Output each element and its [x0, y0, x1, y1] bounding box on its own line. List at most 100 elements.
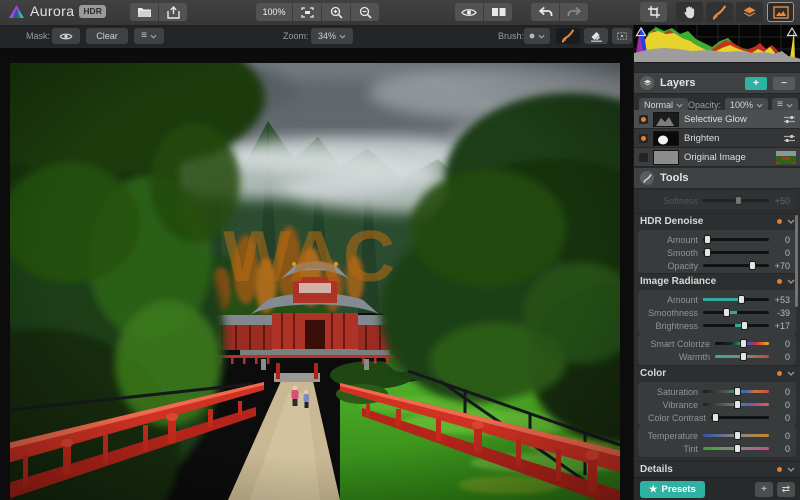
mask-clear-button[interactable]: Clear [86, 28, 128, 44]
zoom-out-button[interactable] [351, 3, 379, 21]
remove-layer-button[interactable]: − [773, 77, 795, 90]
eraser-mode-button[interactable] [584, 28, 608, 44]
highlight-clipping-warning-icon[interactable] [788, 28, 797, 36]
histogram[interactable] [634, 25, 800, 63]
saturation-slider[interactable] [703, 386, 769, 397]
eye-icon [461, 7, 477, 18]
fit-screen-button[interactable] [293, 3, 321, 21]
zoom-label: Zoom: [283, 31, 309, 41]
layer-row-selective-glow[interactable]: Selective Glow [634, 110, 800, 129]
amount-slider[interactable] [703, 234, 769, 245]
layer-row-original-image[interactable]: Original Image [634, 148, 800, 167]
paint-brush-mode-button[interactable] [556, 28, 580, 44]
mask-menu-button[interactable]: ≡ [134, 28, 164, 44]
history-button-group [531, 3, 588, 21]
section-enabled-dot[interactable] [777, 371, 782, 376]
brightness-slider[interactable] [703, 320, 769, 331]
slider-row-smooth: Smooth 0 [638, 246, 796, 259]
preview-button-group [455, 3, 512, 21]
slider-label: Brightness [638, 321, 701, 331]
temperature-slider[interactable] [703, 430, 769, 441]
mask-visibility-button[interactable] [52, 28, 80, 44]
smooth-slider[interactable] [703, 247, 769, 258]
redo-button[interactable] [560, 3, 588, 21]
color-extra-group: Temperature 0 Tint 0 [638, 426, 796, 457]
brush-tool-button[interactable] [706, 2, 733, 22]
image-panel-icon [773, 6, 789, 19]
chevron-down-icon [676, 103, 683, 108]
section-details[interactable]: Details [634, 461, 800, 477]
layer-visibility-toggle[interactable] [639, 153, 648, 162]
zoom-level-select[interactable]: 34% [311, 28, 353, 44]
section-hdr-denoise[interactable]: HDR Denoise [634, 213, 800, 229]
eye-icon [59, 32, 73, 41]
layer-mask-thumbnail[interactable] [653, 131, 679, 146]
slider-value: +17 [771, 321, 796, 331]
color-contrast-slider[interactable] [711, 412, 769, 423]
layer-mask-thumbnail[interactable] [653, 112, 679, 127]
layers-title: Layers [660, 77, 739, 89]
hand-tool-button[interactable] [676, 2, 703, 22]
right-panel: Layers + − Normal Opacity: 100% ≡ [633, 25, 800, 500]
layer-row-brighten[interactable]: Brighten [634, 129, 800, 148]
section-enabled-dot[interactable] [777, 467, 782, 472]
section-enabled-dot[interactable] [777, 219, 782, 224]
brush-size-select[interactable] [524, 28, 550, 44]
slider-row-amount: Amount 0 [638, 233, 796, 246]
tools-section-icon [640, 171, 654, 185]
panel-scrollbar[interactable] [795, 215, 798, 307]
layers-panel-toggle-button[interactable] [736, 2, 763, 22]
brush-tip-dot-icon [529, 33, 535, 39]
smoothness-slider[interactable] [703, 307, 769, 318]
slider-row-smoothness: Smoothness -39 [638, 306, 796, 319]
sync-presets-button[interactable]: ⇄ [777, 482, 795, 497]
slider-row-warmth: Warmth 0 [638, 350, 796, 363]
original-image-preview-thumbnail[interactable] [776, 151, 796, 164]
photo-canvas[interactable]: WAC [10, 63, 620, 500]
section-color[interactable]: Color [634, 365, 800, 381]
tint-slider[interactable] [703, 443, 769, 454]
section-image-radiance[interactable]: Image Radiance [634, 273, 800, 289]
warmth-slider[interactable] [715, 351, 769, 362]
add-layer-button[interactable]: + [745, 77, 767, 90]
slider-value: -39 [771, 308, 796, 318]
slider-label: Smoothness [638, 308, 701, 318]
vibrance-slider[interactable] [703, 399, 769, 410]
amount-slider[interactable] [703, 294, 769, 305]
slider-label: Amount [638, 235, 701, 245]
opacity-label: Opacity: [688, 100, 721, 110]
gradient-mask-mode-button[interactable] [612, 28, 632, 44]
slider-value: 0 [771, 413, 796, 423]
tools-title: Tools [660, 172, 795, 184]
softness-slider[interactable] [703, 195, 769, 206]
brush-icon [712, 5, 727, 20]
opacity-slider[interactable] [703, 260, 769, 271]
zoom-in-button[interactable] [322, 3, 350, 21]
layer-visibility-toggle[interactable] [639, 115, 648, 124]
fit-screen-icon [301, 7, 314, 18]
presets-button[interactable]: ★ Presets [640, 481, 705, 498]
open-file-button[interactable] [130, 3, 158, 21]
preview-original-button[interactable] [455, 3, 483, 21]
chevron-down-icon [786, 103, 793, 108]
layer-visibility-toggle[interactable] [639, 134, 648, 143]
add-preset-button[interactable]: + [755, 482, 773, 497]
layer-settings-icon[interactable] [783, 115, 796, 124]
smart-colorize-slider[interactable] [715, 338, 769, 349]
undo-button[interactable] [531, 3, 559, 21]
compare-split-button[interactable] [484, 3, 512, 21]
zoom-in-icon [330, 6, 343, 19]
layer-settings-icon[interactable] [783, 134, 796, 143]
layers-header: Layers + − [634, 72, 800, 94]
aurora-hdr-window: Aurora HDR 100% [0, 0, 800, 500]
crop-tool-button[interactable] [640, 2, 667, 22]
zoom-100-button[interactable]: 100% [256, 3, 292, 21]
editing-canvas[interactable]: WAC [0, 48, 633, 500]
opacity-value: 100% [730, 100, 753, 110]
chevron-down-icon [787, 371, 795, 376]
section-enabled-dot[interactable] [777, 279, 782, 284]
export-button[interactable] [159, 3, 187, 21]
layers-list: Selective Glow Brighten Original Image [634, 110, 800, 167]
side-panel-toggle-button[interactable] [767, 2, 794, 22]
layer-thumbnail[interactable] [653, 150, 679, 165]
